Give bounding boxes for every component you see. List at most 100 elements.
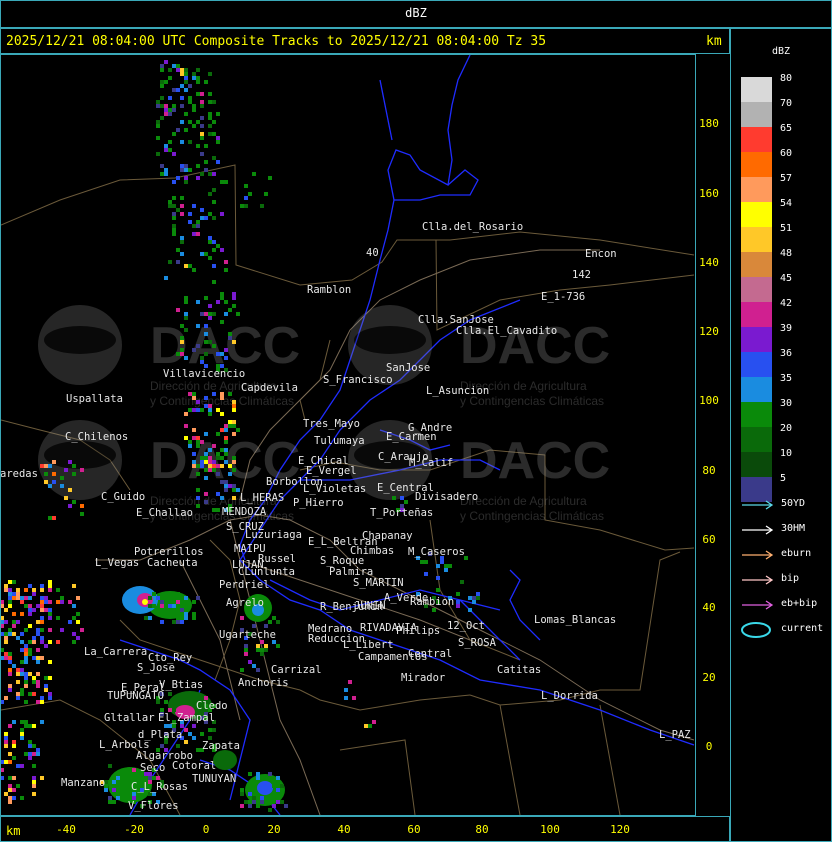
- echo-pixel: [216, 452, 220, 456]
- echo-pixel: [172, 64, 176, 68]
- echo-pixel: [12, 624, 16, 628]
- echo-pixel: [208, 468, 212, 472]
- echo-pixel: [152, 592, 156, 596]
- echo-pixel: [20, 732, 24, 736]
- echo-pixel: [208, 172, 212, 176]
- echo-pixel: [160, 600, 164, 604]
- place-label: La_Carrera: [84, 646, 147, 658]
- x-tick-label: 100: [540, 823, 560, 836]
- echo-pixel: [156, 152, 160, 156]
- echo-pixel: [216, 244, 220, 248]
- dbz-swatch: [741, 102, 772, 127]
- place-label: Seco: [140, 762, 165, 774]
- echo-pixel: [212, 280, 216, 284]
- track-arrow-icon: [742, 500, 774, 510]
- echo-pixel: [204, 340, 208, 344]
- place-label: Capdevila: [241, 382, 298, 394]
- echo-pixel: [36, 752, 40, 756]
- echo-pixel: [184, 328, 188, 332]
- echo-pixel: [248, 804, 252, 808]
- echo-pixel: [176, 260, 180, 264]
- echo-pixel: [240, 668, 244, 672]
- echo-pixel: [208, 304, 212, 308]
- x-tick-label: -20: [124, 823, 144, 836]
- echo-pixel: [24, 628, 28, 632]
- echo-pixel: [200, 208, 204, 212]
- echo-pixel: [4, 588, 8, 592]
- echo-pixel: [244, 648, 248, 652]
- echo-pixel: [208, 116, 212, 120]
- dbz-level-label: 20: [780, 423, 793, 434]
- echo-pixel: [208, 340, 212, 344]
- echo-pixel: [184, 612, 188, 616]
- echo-pixel: [180, 620, 184, 624]
- echo-pixel: [212, 728, 216, 732]
- echo-pixel: [180, 252, 184, 256]
- dbz-level-label: 54: [780, 198, 793, 209]
- echo-pixel: [204, 352, 208, 356]
- svg-text:y Contingencias Climáticas: y Contingencias Climáticas: [460, 509, 604, 523]
- svg-text:DACC: DACC: [150, 317, 300, 375]
- echo-pixel: [196, 68, 200, 72]
- echo-pixel: [12, 776, 16, 780]
- echo-pixel: [40, 616, 44, 620]
- echo-pixel: [276, 644, 280, 648]
- echo-pixel: [272, 616, 276, 620]
- echo-pixel: [212, 344, 216, 348]
- echo-pixel: [400, 496, 404, 500]
- echo-pixel: [8, 752, 12, 756]
- echo-pixel: [208, 236, 212, 240]
- echo-pixel: [472, 596, 476, 600]
- echo-pixel: [228, 464, 232, 468]
- echo-pixel: [184, 740, 188, 744]
- echo-pixel: [392, 496, 396, 500]
- echo-pixel: [4, 732, 8, 736]
- echo-pixel: [20, 688, 24, 692]
- echo-pixel: [420, 560, 424, 564]
- echo-pixel: [180, 120, 184, 124]
- echo-pixel: [36, 748, 40, 752]
- dbz-swatch: [741, 327, 772, 352]
- echo-pixel: [220, 320, 224, 324]
- echo-pixel: [200, 460, 204, 464]
- echo-pixel: [60, 628, 64, 632]
- echo-pixel: [8, 800, 12, 804]
- echo-pixel: [208, 112, 212, 116]
- echo-pixel: [20, 796, 24, 800]
- dbz-swatch: [741, 177, 772, 202]
- track-label: 30HM: [781, 523, 806, 534]
- place-label: El_Zampal: [158, 712, 215, 724]
- echo-pixel: [192, 392, 196, 396]
- echo-pixel: [176, 176, 180, 180]
- echo-pixel: [8, 656, 12, 660]
- echo-pixel: [8, 684, 12, 688]
- echo-pixel: [200, 92, 204, 96]
- echo-pixel: [256, 644, 260, 648]
- echo-pixel: [160, 96, 164, 100]
- echo-pixel: [276, 776, 280, 780]
- place-label: S_MARTIN: [353, 577, 404, 589]
- echo-pixel: [192, 436, 196, 440]
- echo-pixel: [160, 116, 164, 120]
- echo-pixel: [208, 448, 212, 452]
- echo-pixel: [180, 324, 184, 328]
- echo-pixel: [196, 120, 200, 124]
- place-label: Zapata: [202, 740, 240, 752]
- place-label: TUNUYAN: [192, 773, 236, 785]
- echo-pixel: [264, 648, 268, 652]
- echo-pixel: [220, 396, 224, 400]
- radar-map[interactable]: DACC Dirección de Agricultura y Continge…: [1, 55, 695, 815]
- echo-pixel: [24, 752, 28, 756]
- echo-pixel: [20, 668, 24, 672]
- place-label: V_Btias: [159, 679, 203, 691]
- echo-pixel: [12, 632, 16, 636]
- echo-pixel: [48, 584, 52, 588]
- echo-pixel: [192, 72, 196, 76]
- echo-pixel: [28, 756, 32, 760]
- echo-pixel: [28, 608, 32, 612]
- echo-pixel: [192, 616, 196, 620]
- echo-pixel: [208, 464, 212, 468]
- echo-pixel: [176, 68, 180, 72]
- dbz-swatch: [741, 77, 772, 102]
- echo-pixel: [204, 80, 208, 84]
